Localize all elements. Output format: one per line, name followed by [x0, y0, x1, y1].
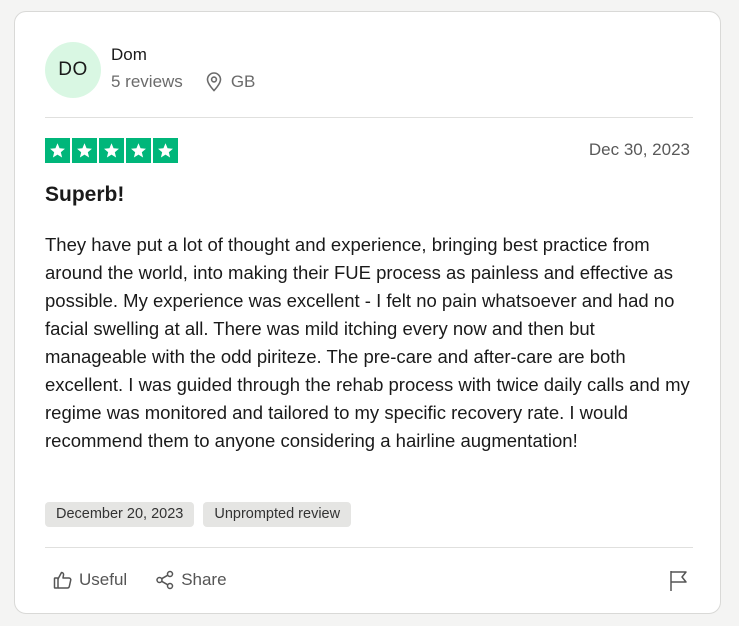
- review-actions: Useful Share: [53, 570, 227, 590]
- footer-divider: [45, 547, 693, 548]
- experience-date-tag: December 20, 2023: [45, 502, 195, 527]
- location-pin-icon: [205, 72, 223, 92]
- star-icon: [72, 138, 97, 163]
- thumbs-up-icon: [53, 570, 73, 590]
- review-title[interactable]: Superb!: [45, 183, 124, 207]
- avatar[interactable]: DO: [45, 42, 101, 98]
- review-tags: December 20, 2023 Unprompted review: [45, 502, 352, 527]
- star-icon: [153, 138, 178, 163]
- avatar-initials: DO: [58, 59, 88, 80]
- review-date: Dec 30, 2023: [588, 140, 690, 159]
- star-icon: [126, 138, 151, 163]
- share-button[interactable]: Share: [155, 570, 227, 590]
- reviewer-name[interactable]: Dom: [111, 45, 147, 65]
- flag-icon[interactable]: [668, 569, 690, 593]
- share-icon: [155, 570, 175, 590]
- reviews-count: 5 reviews: [111, 72, 183, 91]
- useful-button[interactable]: Useful: [53, 570, 127, 590]
- star-rating: [45, 138, 178, 163]
- header-divider: [45, 117, 693, 118]
- share-label: Share: [181, 570, 227, 589]
- useful-label: Useful: [79, 570, 128, 589]
- star-icon: [45, 138, 70, 163]
- reviewer-meta: 5 reviews GB: [111, 72, 255, 92]
- review-card: DO Dom 5 reviews GB Dec 30, 2023 Superb!…: [14, 11, 721, 614]
- reviewer-country: GB: [230, 72, 256, 91]
- review-body: They have put a lot of thought and exper…: [45, 234, 690, 451]
- star-icon: [99, 138, 124, 163]
- unprompted-review-tag[interactable]: Unprompted review: [203, 502, 352, 527]
